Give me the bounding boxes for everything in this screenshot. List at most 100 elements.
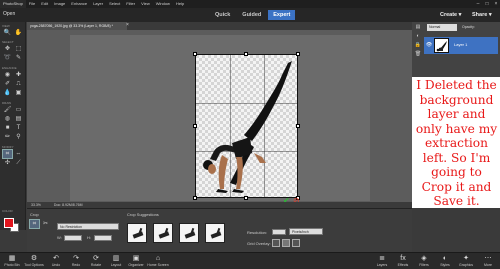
crop-canvas[interactable] xyxy=(195,54,298,198)
crop-suggestion-2[interactable] xyxy=(153,223,173,243)
zoom-level[interactable]: 33.3% xyxy=(31,203,41,207)
menu-view[interactable]: View xyxy=(138,0,153,8)
lasso-tool-icon[interactable]: ➰ xyxy=(3,54,12,62)
menu-enhance[interactable]: Enhance xyxy=(68,0,90,8)
foreground-color-swatch[interactable] xyxy=(4,218,14,228)
delete-layer-icon[interactable]: 🗑 xyxy=(414,51,422,58)
gradient-tool-icon[interactable]: ▤ xyxy=(14,115,23,123)
maximize-icon[interactable]: □ xyxy=(483,0,491,8)
brush-tool-icon[interactable]: 🖌 xyxy=(3,106,12,114)
photo-bin-button[interactable]: ▦ Photo Bin xyxy=(2,254,22,267)
hand-tool-icon[interactable]: ✋ xyxy=(14,29,23,37)
menu-select[interactable]: Select xyxy=(106,0,123,8)
tool-options-button[interactable]: ⚙ Tool Options xyxy=(24,254,44,267)
layout-icon: ▥ xyxy=(112,255,120,262)
resolution-unit-select[interactable]: Pixels/inch xyxy=(289,228,323,235)
move-tool-icon[interactable]: ✥ xyxy=(3,45,12,53)
close-document-icon[interactable]: × xyxy=(126,22,132,30)
layout-button[interactable]: ▥ Layout xyxy=(106,254,126,267)
layers-icon: ≣ xyxy=(379,255,385,262)
effects-button[interactable]: fx Effects xyxy=(393,254,413,267)
visibility-eye-icon[interactable]: 👁 xyxy=(425,42,433,49)
recompose-tool-icon[interactable]: ⇔ xyxy=(14,150,23,158)
clone-stamp-tool-icon[interactable]: ⎍ xyxy=(14,80,23,88)
tab-guided[interactable]: Guided xyxy=(237,10,266,20)
photo-bin-label: Photo Bin xyxy=(4,263,20,267)
layers-label: Layers xyxy=(376,263,388,267)
organizer-button[interactable]: ▣ Organizer xyxy=(126,254,146,267)
crop-handle-left[interactable] xyxy=(193,124,197,128)
smart-brush-tool-icon[interactable]: ✐ xyxy=(3,80,12,88)
menu-layer[interactable]: Layer xyxy=(90,0,106,8)
sponge-tool-icon[interactable]: ▣ xyxy=(14,89,23,97)
graphics-button[interactable]: ✦ Graphics xyxy=(456,254,476,267)
create-button[interactable]: Create ▾ xyxy=(440,12,461,18)
blend-mode-select[interactable]: Normal xyxy=(427,24,457,31)
quick-selection-tool-icon[interactable]: ✎ xyxy=(14,54,23,62)
shape-tool-icon[interactable]: ■ xyxy=(3,124,12,132)
document-tab[interactable]: yoga-2587056_1920.jpg @ 33.3% (Layer 1, … xyxy=(27,22,127,30)
paint-bucket-tool-icon[interactable]: ◍ xyxy=(3,115,12,123)
crop-handle-right[interactable] xyxy=(296,124,300,128)
crop-preset-select[interactable]: No Restriction xyxy=(57,223,119,230)
eraser-tool-icon[interactable]: ▭ xyxy=(14,106,23,114)
menu-filter[interactable]: Filter xyxy=(123,0,138,8)
eyedropper-tool-icon[interactable]: ⚲ xyxy=(14,133,23,141)
share-button[interactable]: Share ▾ xyxy=(472,12,492,18)
rotate-icon: ⟳ xyxy=(93,255,99,262)
crop-tool-icon[interactable]: ⌗ xyxy=(2,149,13,159)
red-eye-tool-icon[interactable]: ◉ xyxy=(3,71,12,79)
crop-handle-top-right[interactable] xyxy=(296,52,300,56)
zoom-tool-icon[interactable]: 🔍 xyxy=(3,29,12,37)
straighten-tool-icon[interactable]: ⟋ xyxy=(14,159,23,167)
layers-button[interactable]: ≣ Layers xyxy=(372,254,392,267)
crop-handle-top[interactable] xyxy=(244,52,248,56)
styles-button[interactable]: ◐ Styles xyxy=(435,254,455,267)
resolution-label: Resolution: xyxy=(247,230,268,235)
pencil-tool-icon[interactable]: ✏ xyxy=(3,133,12,141)
grid-none-button[interactable] xyxy=(272,239,280,247)
menu-file[interactable]: File xyxy=(26,0,38,8)
crop-mode-icon[interactable]: ⌗ xyxy=(29,219,40,229)
rotate-label: Rotate xyxy=(90,263,102,267)
more-button[interactable]: ⋯ More xyxy=(478,254,498,267)
content-aware-move-tool-icon[interactable]: ✣ xyxy=(3,159,12,167)
menu-image[interactable]: Image xyxy=(51,0,68,8)
redo-button[interactable]: ↷ Redo xyxy=(66,254,86,267)
layer-name[interactable]: Layer 1 xyxy=(454,42,467,47)
crop-handle-bottom[interactable] xyxy=(244,196,248,200)
grid-rule-of-thirds-button[interactable] xyxy=(282,239,290,247)
crop-suggestion-3[interactable] xyxy=(179,223,199,243)
crop-suggestion-4[interactable] xyxy=(205,223,225,243)
text-tool-icon[interactable]: T xyxy=(14,124,23,132)
menu-help[interactable]: Help xyxy=(173,0,187,8)
new-layer-icon[interactable]: ▤ xyxy=(414,24,422,31)
styles-label: Styles xyxy=(440,263,450,267)
filters-button[interactable]: ◈ Filters xyxy=(414,254,434,267)
minimize-icon[interactable]: – xyxy=(474,0,482,8)
undo-button[interactable]: ↶ Undo xyxy=(46,254,66,267)
crop-handle-bottom-left[interactable] xyxy=(193,196,197,200)
tab-expert[interactable]: Expert xyxy=(268,10,296,20)
section-enhance: ENHANCE xyxy=(2,66,17,70)
resolution-input[interactable] xyxy=(272,229,286,235)
adjustment-layer-icon[interactable]: ◐ xyxy=(414,33,422,40)
width-input[interactable] xyxy=(64,235,82,241)
crop-handle-top-left[interactable] xyxy=(193,52,197,56)
blur-tool-icon[interactable]: 💧 xyxy=(3,89,12,97)
cookie-cutter-icon[interactable]: ✂ xyxy=(41,220,50,228)
menu-window[interactable]: Window xyxy=(153,0,173,8)
rotate-button[interactable]: ⟳ Rotate xyxy=(86,254,106,267)
grid-full-button[interactable] xyxy=(292,239,300,247)
home-screen-button[interactable]: ⌂ Home Screen xyxy=(146,254,170,267)
crop-suggestions-label: Crop Suggestions xyxy=(127,212,159,217)
tab-quick[interactable]: Quick xyxy=(210,10,235,20)
spot-healing-tool-icon[interactable]: ✚ xyxy=(14,71,23,79)
menu-edit[interactable]: Edit xyxy=(38,0,51,8)
lock-icon[interactable]: 🔒 xyxy=(414,42,422,49)
open-button[interactable]: Open xyxy=(3,11,15,17)
marquee-tool-icon[interactable]: ⬚ xyxy=(14,45,23,53)
crop-suggestion-1[interactable] xyxy=(127,223,147,243)
close-window-icon[interactable]: × xyxy=(492,0,500,8)
height-input[interactable] xyxy=(94,235,112,241)
